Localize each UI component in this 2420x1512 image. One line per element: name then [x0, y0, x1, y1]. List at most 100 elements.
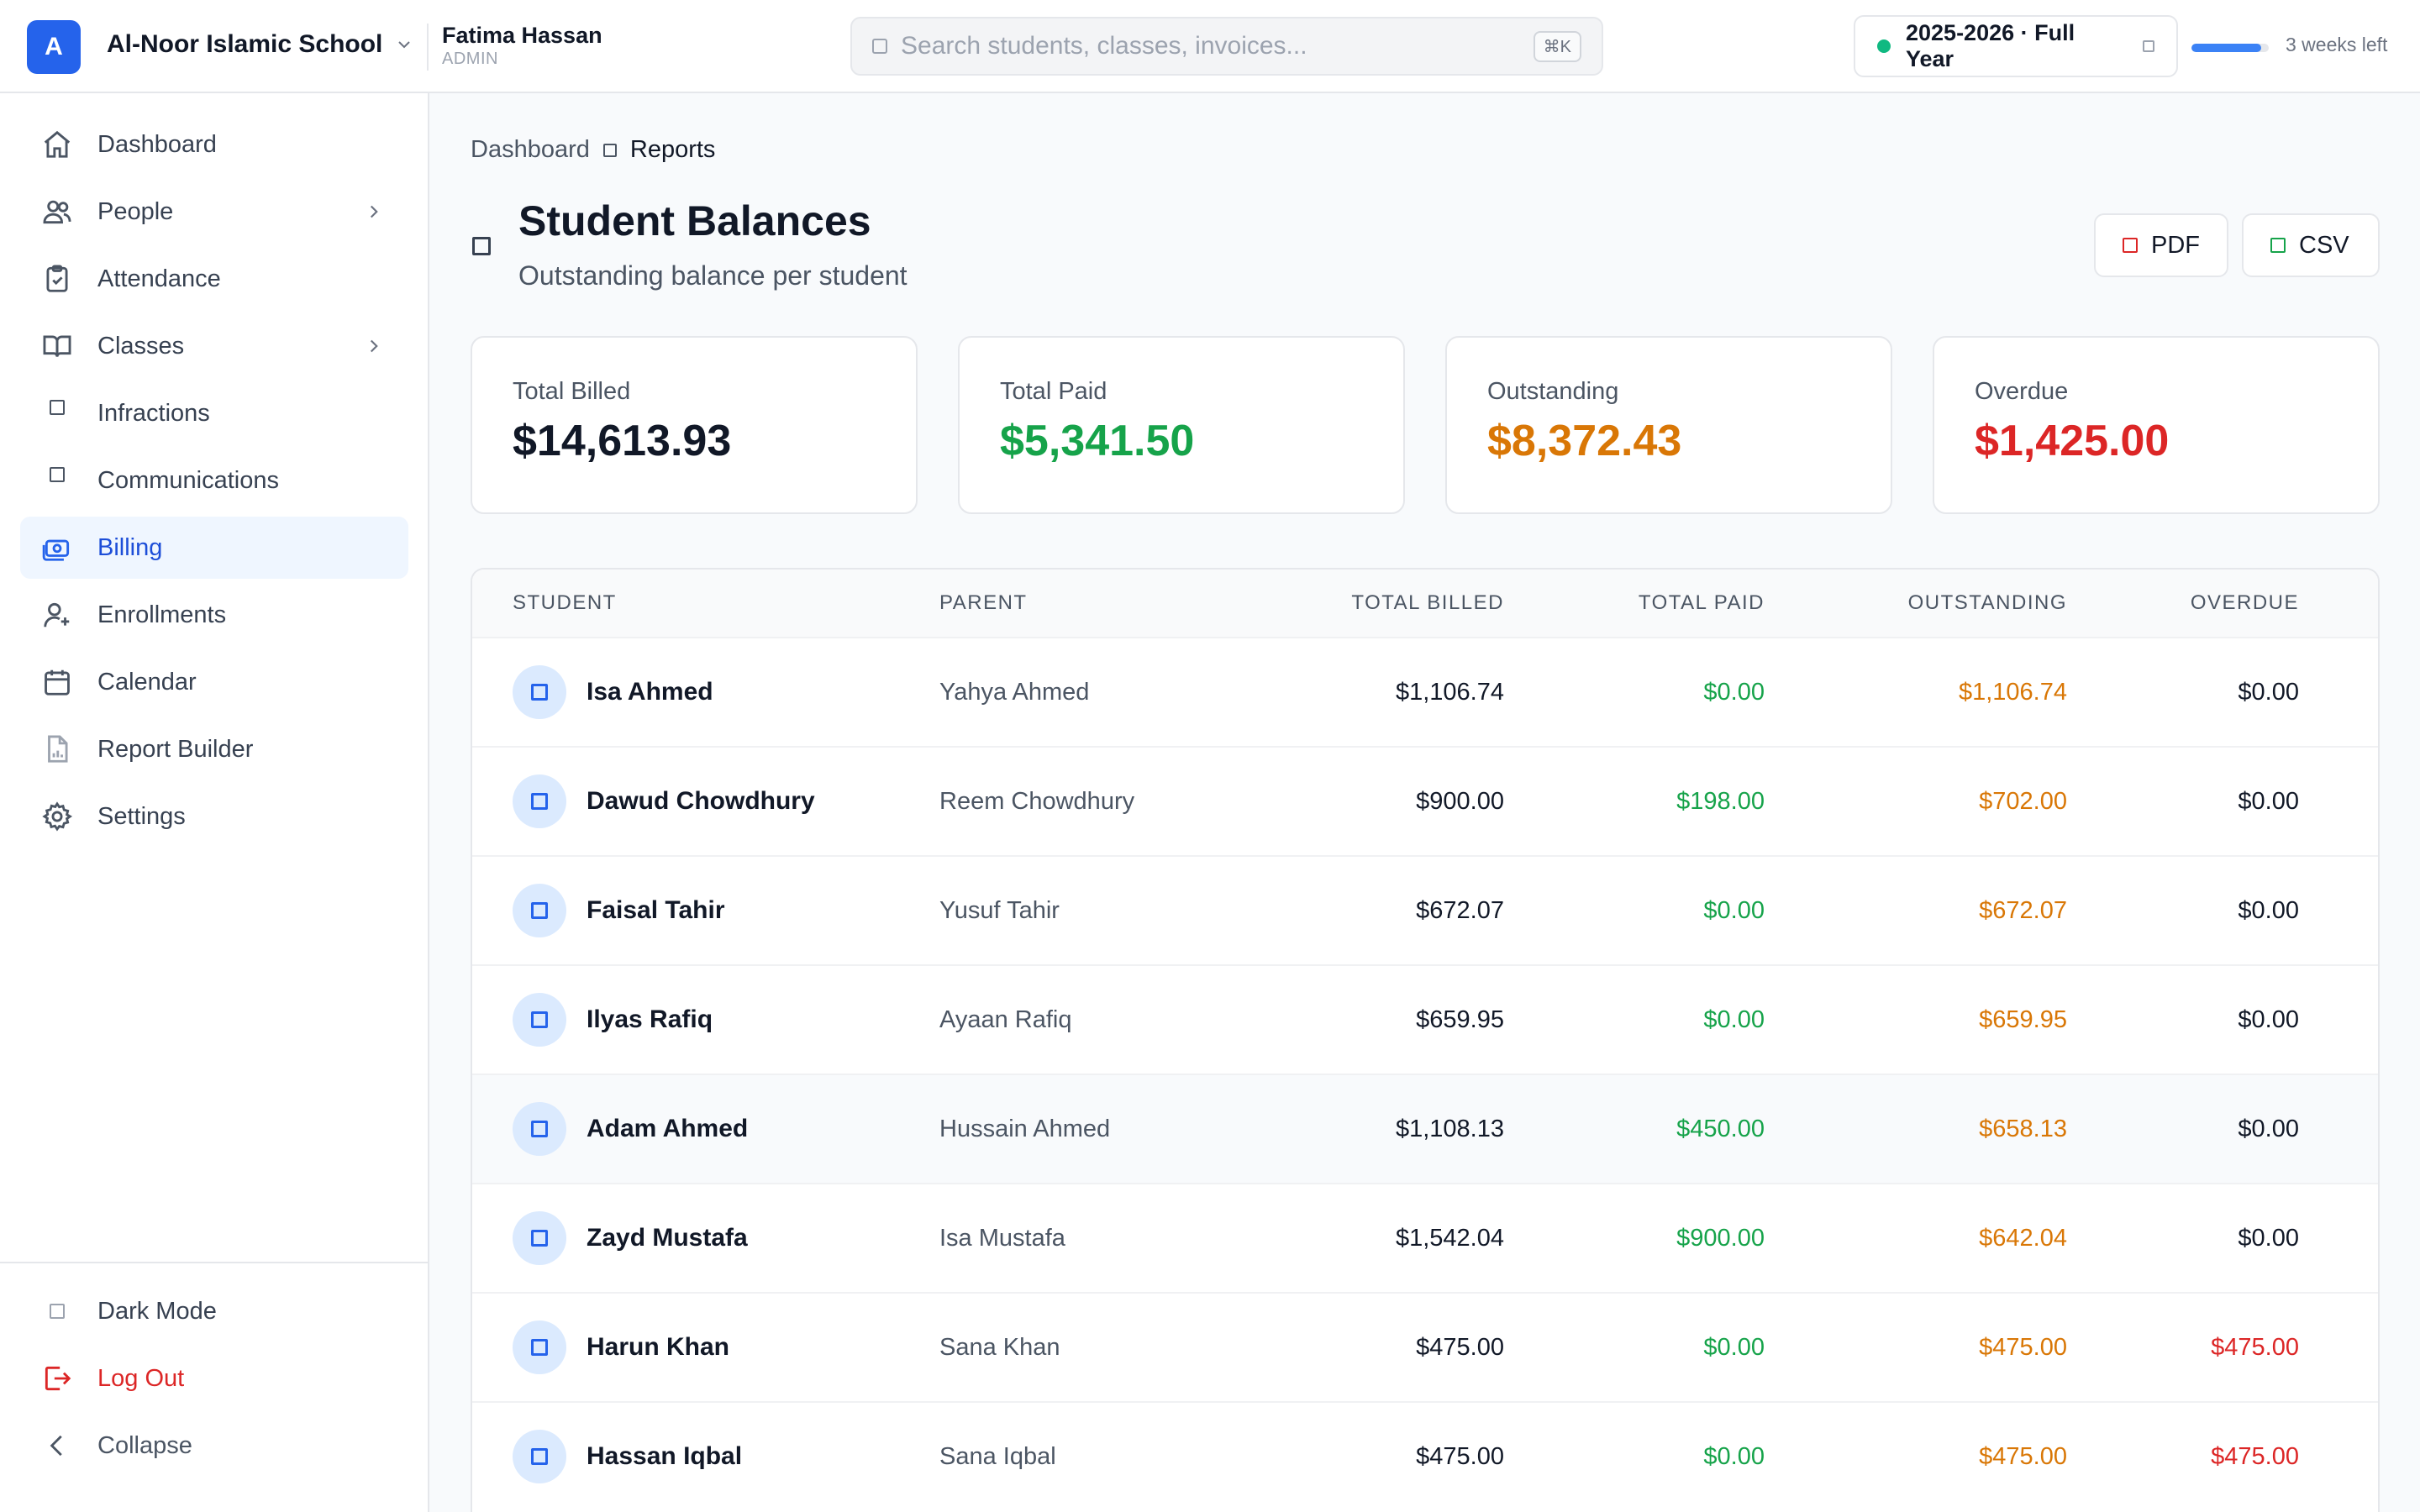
table-row[interactable]: Hassan Iqbal Sana Iqbal $475.00 $0.00 $475.0…	[472, 1401, 2378, 1510]
logout-icon	[40, 1362, 74, 1395]
student-name[interactable]: Adam Ahmed	[587, 1115, 748, 1143]
total-billed-cell: $475.00	[1416, 1333, 1504, 1361]
gear-icon	[40, 800, 74, 833]
parent-name: Ayaan Rafiq	[939, 1005, 1072, 1033]
student-icon	[531, 902, 548, 919]
table-row[interactable]: Dawud Chowdhury Reem Chowdhury $900.00 $198…	[472, 746, 2378, 855]
breadcrumb-separator-icon	[602, 143, 617, 157]
avatar	[513, 1320, 566, 1374]
summary-card-total-paid: Total Paid $5,341.50	[958, 336, 1405, 514]
summary-card-total-billed: Total Billed $14,613.93	[471, 336, 918, 514]
student-cell: Harun Khan	[472, 1320, 939, 1374]
dark-mode-toggle[interactable]: Dark Mode	[20, 1280, 408, 1342]
parent-name: Yusuf Tahir	[939, 896, 1060, 924]
chevron-right-icon	[370, 205, 378, 218]
column-header-outstanding[interactable]: OUTSTANDING	[1765, 591, 2067, 615]
table-body: Isa Ahmed Yahya Ahmed $1,106.74 $0.00 $1,106…	[472, 637, 2378, 1510]
sidebar-item-classes[interactable]: Classes	[20, 315, 408, 377]
avatar	[513, 665, 566, 719]
outstanding-cell: $672.07	[1979, 896, 2067, 924]
student-name[interactable]: Harun Khan	[587, 1333, 729, 1362]
table-row[interactable]: Ilyas Rafiq Ayaan Rafiq $659.95 $0.00 $659.9…	[472, 964, 2378, 1074]
sidebar-item-settings[interactable]: Settings	[20, 785, 408, 848]
logout-label: Log Out	[97, 1364, 185, 1392]
dark-mode-label: Dark Mode	[97, 1297, 217, 1325]
global-search[interactable]: ⌘K	[850, 17, 1603, 76]
table-row[interactable]: Zayd Mustafa Isa Mustafa $1,542.04 $900.00 $…	[472, 1183, 2378, 1292]
avatar	[513, 993, 566, 1047]
table-header: STUDENT PARENT TOTAL BILLED TOTAL PAID O…	[472, 570, 2378, 637]
overdue-cell: $475.00	[2211, 1442, 2299, 1470]
sidebar-item-label: Report Builder	[97, 735, 254, 763]
book-open-icon	[40, 329, 74, 363]
school-logo[interactable]: A	[27, 20, 81, 74]
collapse-sidebar-button[interactable]: Collapse	[20, 1415, 408, 1477]
sidebar-item-dashboard[interactable]: Dashboard	[20, 113, 408, 176]
total-paid-cell: $0.00	[1703, 896, 1765, 924]
sidebar-item-people[interactable]: People	[20, 181, 408, 243]
column-header-student[interactable]: STUDENT	[472, 591, 939, 615]
outstanding-cell: $475.00	[1979, 1333, 2067, 1361]
chevron-down-icon	[398, 41, 411, 49]
collapse-label: Collapse	[97, 1431, 192, 1459]
student-cell: Ilyas Rafiq	[472, 993, 939, 1047]
breadcrumb-dashboard[interactable]: Dashboard	[471, 136, 590, 164]
sidebar-item-report-builder[interactable]: Report Builder	[20, 718, 408, 780]
search-icon	[872, 39, 887, 54]
table-row[interactable]: Adam Ahmed Hussain Ahmed $1,108.13 $450.00 $…	[472, 1074, 2378, 1183]
column-header-parent[interactable]: PARENT	[939, 591, 1242, 615]
banknote-icon	[40, 531, 74, 564]
logout-button[interactable]: Log Out	[20, 1347, 408, 1410]
export-csv-button[interactable]: CSV	[2242, 213, 2380, 277]
school-switcher[interactable]: Al-Noor Islamic School	[107, 30, 414, 59]
moon-icon	[40, 1294, 74, 1328]
column-header-total-paid[interactable]: TOTAL PAID	[1504, 591, 1765, 615]
dropdown-icon	[2143, 40, 2154, 52]
parent-name: Hussain Ahmed	[939, 1115, 1111, 1142]
column-header-total-billed[interactable]: TOTAL BILLED	[1242, 591, 1504, 615]
student-name[interactable]: Dawud Chowdhury	[587, 787, 815, 816]
sidebar-item-label: Calendar	[97, 668, 197, 696]
student-name[interactable]: Faisal Tahir	[587, 896, 725, 925]
student-cell: Hassan Iqbal	[472, 1430, 939, 1483]
export-pdf-button[interactable]: PDF	[2094, 213, 2228, 277]
student-name[interactable]: Hassan Iqbal	[587, 1442, 742, 1471]
card-value: $5,341.50	[1000, 417, 1195, 465]
sidebar-item-label: Infractions	[97, 399, 210, 427]
column-header-overdue[interactable]: OVERDUE	[2067, 591, 2299, 615]
student-cell: Isa Ahmed	[472, 665, 939, 719]
current-user[interactable]: Fatima Hassan ADMIN	[442, 22, 602, 69]
sidebar-nav: Dashboard People Attendance Classes Infr…	[20, 113, 408, 853]
sidebar-item-attendance[interactable]: Attendance	[20, 248, 408, 310]
card-label: Total Billed	[513, 378, 631, 405]
total-billed-cell: $900.00	[1416, 787, 1504, 815]
overdue-cell: $0.00	[2238, 678, 2299, 706]
table-row[interactable]: Faisal Tahir Yusuf Tahir $672.07 $0.00 $672.…	[472, 855, 2378, 964]
card-value: $8,372.43	[1487, 417, 1682, 465]
student-icon	[531, 1011, 548, 1028]
search-input[interactable]	[901, 32, 1534, 60]
user-plus-icon	[40, 598, 74, 632]
weeks-left-label: 3 weeks left	[2286, 34, 2388, 55]
student-icon	[531, 793, 548, 810]
outstanding-cell: $475.00	[1979, 1442, 2067, 1470]
summary-card-overdue: Overdue $1,425.00	[1933, 336, 2380, 514]
chevron-left-icon	[40, 1429, 74, 1462]
sidebar-item-infractions[interactable]: Infractions	[20, 382, 408, 444]
sidebar-item-communications[interactable]: Communications	[20, 449, 408, 512]
avatar	[513, 1430, 566, 1483]
sidebar-item-label: Settings	[97, 802, 186, 830]
student-name[interactable]: Isa Ahmed	[587, 678, 713, 706]
sidebar-item-calendar[interactable]: Calendar	[20, 651, 408, 713]
table-row[interactable]: Isa Ahmed Yahya Ahmed $1,106.74 $0.00 $1,106…	[472, 637, 2378, 746]
sidebar-item-billing[interactable]: Billing	[20, 517, 408, 579]
student-cell: Faisal Tahir	[472, 884, 939, 937]
square-icon	[40, 464, 74, 497]
student-name[interactable]: Zayd Mustafa	[587, 1224, 748, 1252]
term-progress-fill	[2191, 44, 2261, 52]
student-name[interactable]: Ilyas Rafiq	[587, 1005, 713, 1034]
school-year-selector[interactable]: 2025-2026 · Full Year	[1854, 15, 2178, 77]
table-row[interactable]: Harun Khan Sana Khan $475.00 $0.00 $475.00 $4…	[472, 1292, 2378, 1401]
overdue-cell: $0.00	[2238, 896, 2299, 924]
sidebar-item-enrollments[interactable]: Enrollments	[20, 584, 408, 646]
